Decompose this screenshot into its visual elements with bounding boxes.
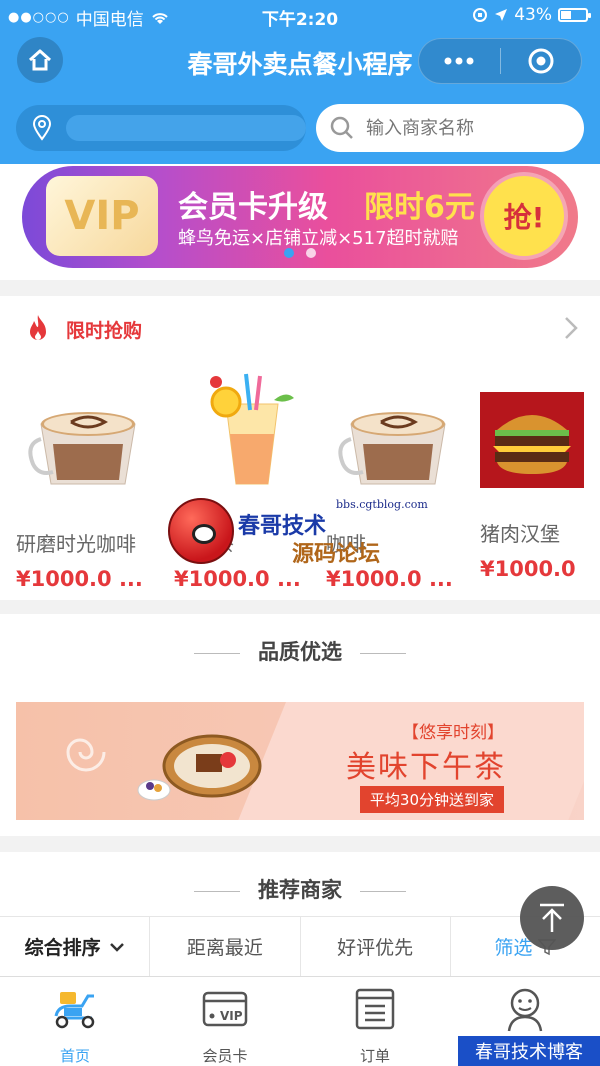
burger-image [480, 392, 584, 488]
svg-text:VIP: VIP [220, 1009, 243, 1023]
spiral-decoration [66, 738, 106, 772]
promo-title: 美味下午茶 [346, 750, 506, 785]
order-list-icon [355, 988, 395, 1030]
status-right: 43% [472, 5, 591, 25]
location-arrow-icon [495, 9, 508, 21]
flame-icon [30, 315, 46, 340]
product-card[interactable]: 猪肉汉堡 ¥1000.0 [480, 380, 592, 581]
back-to-top-button[interactable] [520, 886, 584, 950]
sort-label: 综合排序 [24, 937, 101, 959]
watermark-ball-icon [168, 498, 234, 564]
quality-title: 品质优选 [0, 636, 600, 666]
search-icon [330, 116, 353, 139]
chevron-down-icon [109, 942, 124, 952]
sort-bar: 综合排序 距离最近 好评优先 筛选 [0, 916, 600, 976]
tab-label: 订单 [359, 1047, 390, 1065]
recommend-section: 推荐商家 综合排序 距离最近 好评优先 筛选 [0, 852, 600, 976]
location-pin-icon [32, 115, 52, 141]
banner-title: 会员卡升级 [178, 190, 328, 225]
vip-banner[interactable]: VIP 会员卡升级 限时6元 蜂鸟免运×店铺立减×517超时就赔 抢! [22, 166, 578, 268]
arrow-up-icon [540, 903, 564, 932]
search-box[interactable] [316, 104, 584, 152]
carousel-dots [22, 248, 578, 258]
carousel-dot-2[interactable] [306, 248, 316, 258]
tab-label: 首页 [59, 1047, 90, 1065]
sort-comprehensive[interactable]: 综合排序 [0, 917, 151, 976]
afternoon-tea-banner[interactable]: 【悠享时刻】 美味下午茶 平均30分钟送到家 [16, 702, 584, 820]
banner-carousel[interactable]: VIP 会员卡升级 限时6元 蜂鸟免运×店铺立减×517超时就赔 抢! [0, 164, 600, 280]
search-input[interactable] [366, 117, 566, 139]
tab-home[interactable]: 首页 [0, 977, 150, 1066]
flash-sale-title: 限时抢购 [66, 319, 143, 342]
flash-sale-header[interactable]: 限时抢购 [0, 296, 600, 362]
vip-badge: VIP [46, 176, 158, 256]
tab-label: 会员卡 [202, 1047, 248, 1065]
close-miniprogram-button[interactable] [501, 39, 582, 83]
watermark-logo: bbs.cgtblog.com 春哥技术 源码论坛 [168, 498, 428, 578]
coffee-image [326, 380, 470, 498]
search-row [0, 92, 600, 164]
product-card[interactable]: 研磨时光咖啡 ¥1000.0 ... [16, 380, 164, 591]
product-name: 研磨时光咖啡 [16, 532, 136, 556]
location-text-obscured [66, 115, 306, 141]
rotation-lock-icon [473, 8, 488, 22]
status-bar: ●●○○○ 中国电信 下午2:20 43% [0, 0, 600, 30]
banner-price: 限时6元 [364, 190, 475, 225]
quality-section: 品质优选 【悠享时刻】 美味下午茶 平均30分钟送到家 [0, 614, 600, 836]
chevron-right-icon[interactable] [564, 316, 578, 340]
watermark-corner: 春哥技术博客 [458, 1036, 600, 1066]
more-button[interactable] [419, 39, 500, 83]
capsule-menu [418, 38, 582, 84]
banner-subtitle: 蜂鸟免运×店铺立减×517超时就赔 [178, 228, 459, 249]
carousel-dot-1[interactable] [284, 248, 294, 258]
watermark-line2: 源码论坛 [292, 541, 381, 567]
recommend-title: 推荐商家 [0, 874, 600, 904]
product-price: ¥1000.0 ... [16, 567, 143, 591]
tab-orders[interactable]: 订单 [300, 977, 450, 1066]
product-price: ¥1000.0 [480, 557, 576, 581]
location-selector[interactable] [16, 105, 306, 151]
sort-nearest[interactable]: 距离最近 [150, 917, 301, 976]
target-circle-icon [528, 48, 554, 74]
user-icon [507, 988, 543, 1032]
battery-percent: 43% [514, 5, 552, 25]
tab-member-card[interactable]: VIP 会员卡 [150, 977, 300, 1066]
nav-bar: 春哥外卖点餐小程序 [0, 30, 600, 92]
sort-top-rated[interactable]: 好评优先 [301, 917, 451, 976]
coffee-image [16, 380, 160, 498]
grab-button[interactable]: 抢! [484, 176, 564, 256]
scooter-icon [54, 992, 95, 1029]
vip-card-icon: VIP [202, 991, 248, 1027]
watermark-url: bbs.cgtblog.com [336, 498, 428, 511]
lemon-tea-image [174, 373, 318, 498]
promo-subtitle: 平均30分钟送到家 [359, 786, 504, 813]
product-name: 猪肉汉堡 [480, 522, 560, 546]
promo-tag: 【悠享时刻】 [402, 723, 504, 743]
food-tray-image [137, 734, 262, 801]
more-dots-icon [444, 57, 474, 65]
battery-icon [558, 8, 591, 22]
